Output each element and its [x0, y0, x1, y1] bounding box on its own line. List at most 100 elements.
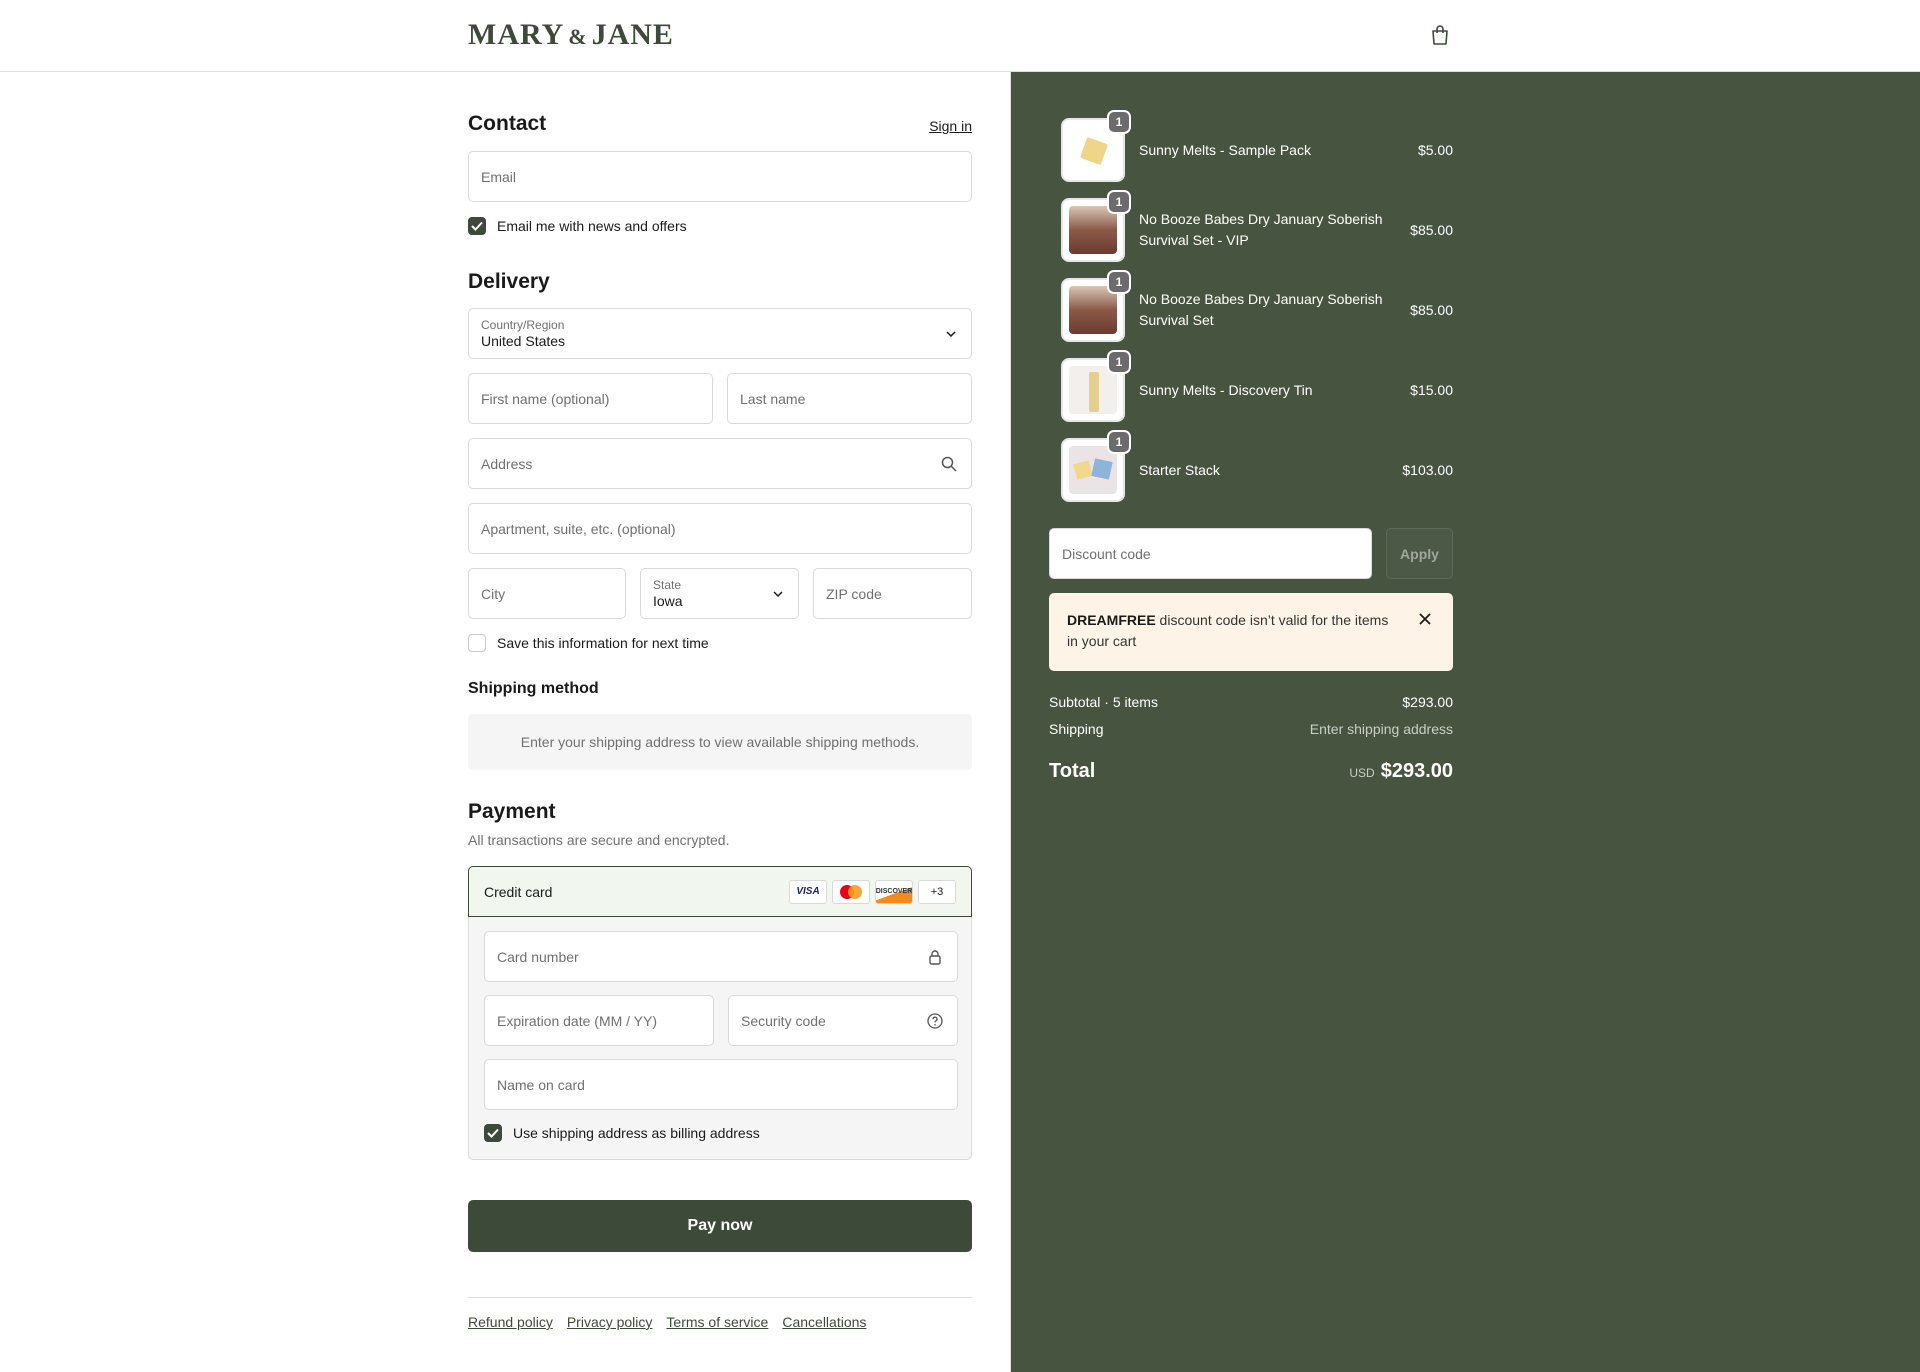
save-info-checkbox[interactable]: [468, 634, 486, 652]
line-item: 1 No Booze Babes Dry January Soberish Su…: [1049, 190, 1453, 262]
quantity-badge: 1: [1107, 270, 1131, 294]
security-placeholder: Security code: [741, 1012, 826, 1029]
item-price: $85.00: [1410, 302, 1453, 318]
contact-heading: Contact: [468, 112, 547, 135]
expiration-field[interactable]: Expiration date (MM / YY): [484, 995, 714, 1046]
pay-now-button[interactable]: Pay now: [468, 1200, 972, 1252]
total-row: Total USD $293.00: [1049, 760, 1453, 783]
sign-in-link[interactable]: Sign in: [929, 118, 972, 134]
mastercard-icon: [832, 879, 870, 904]
billing-checkbox-row[interactable]: Use shipping address as billing address: [484, 1124, 760, 1142]
address-field[interactable]: Address: [468, 438, 972, 489]
checkmark-icon: [471, 221, 483, 231]
news-label: Email me with news and offers: [497, 218, 687, 234]
line-item: 1 Starter Stack $103.00: [1049, 430, 1453, 502]
country-label: Country/Region: [481, 317, 565, 332]
name-on-card-field[interactable]: Name on card: [484, 1059, 958, 1110]
expiration-placeholder: Expiration date (MM / YY): [497, 1012, 658, 1029]
item-price: $15.00: [1410, 382, 1453, 398]
apartment-placeholder: Apartment, suite, etc. (optional): [481, 520, 676, 537]
discount-code-field[interactable]: Discount code: [1049, 528, 1372, 579]
first-name-placeholder: First name (optional): [481, 390, 610, 407]
credit-card-option[interactable]: Credit card VISA DISCOVER +3: [468, 866, 972, 917]
more-brands-badge: +3: [918, 879, 956, 904]
total-label: Total: [1049, 760, 1096, 782]
email-field[interactable]: Email: [468, 151, 972, 202]
shipping-value: Enter shipping address: [1309, 721, 1453, 737]
currency-code: USD: [1349, 766, 1375, 780]
shopping-bag-icon[interactable]: [1430, 24, 1450, 46]
item-name: Sunny Melts - Discovery Tin: [1139, 381, 1313, 398]
line-item: 1 No Booze Babes Dry January Soberish Su…: [1049, 270, 1453, 342]
refund-policy-link[interactable]: Refund policy: [468, 1314, 553, 1330]
discover-icon: DISCOVER: [875, 879, 913, 904]
chevron-down-icon: [946, 331, 956, 338]
card-number-field[interactable]: Card number: [484, 931, 958, 982]
news-checkbox-row[interactable]: Email me with news and offers: [468, 217, 687, 235]
address-placeholder: Address: [481, 455, 533, 472]
item-price: $103.00: [1402, 462, 1453, 478]
item-name: No Booze Babes Dry January Soberish Surv…: [1139, 211, 1383, 248]
country-select[interactable]: Country/Region United States: [468, 308, 972, 359]
item-price: $5.00: [1417, 142, 1453, 158]
item-name: Starter Stack: [1139, 461, 1220, 478]
brand-logo[interactable]: MARY & JANE: [468, 18, 674, 52]
country-value: United States: [481, 332, 566, 349]
city-placeholder: City: [481, 585, 506, 602]
payment-subtitle: All transactions are secure and encrypte…: [468, 832, 730, 848]
line-item: 1 Sunny Melts - Sample Pack $5.00: [1049, 110, 1453, 182]
quantity-badge: 1: [1107, 190, 1131, 214]
city-field[interactable]: City: [468, 568, 626, 619]
credit-card-label: Credit card: [484, 883, 553, 900]
brand-ampersand: &: [568, 24, 588, 49]
card-number-placeholder: Card number: [497, 948, 579, 965]
shipping-message: Enter your shipping address to view avai…: [520, 734, 920, 750]
help-circle-icon[interactable]: [927, 1013, 943, 1029]
zip-field[interactable]: ZIP code: [813, 568, 972, 619]
apply-discount-button[interactable]: Apply: [1386, 528, 1453, 579]
name-on-card-placeholder: Name on card: [497, 1076, 585, 1093]
line-item: 1 Sunny Melts - Discovery Tin $15.00: [1049, 350, 1453, 422]
close-icon[interactable]: [1417, 611, 1433, 627]
privacy-policy-link[interactable]: Privacy policy: [567, 1314, 653, 1330]
subtotal-label: Subtotal · 5 items: [1049, 694, 1158, 710]
visa-icon: VISA: [789, 879, 827, 904]
save-info-checkbox-row[interactable]: Save this information for next time: [468, 634, 709, 652]
total-amount: USD $293.00: [1349, 760, 1453, 783]
checkmark-icon: [487, 1128, 499, 1138]
payment-heading: Payment: [468, 800, 556, 823]
last-name-placeholder: Last name: [740, 390, 806, 407]
item-name: Sunny Melts - Sample Pack: [1139, 141, 1311, 158]
terms-of-service-link[interactable]: Terms of service: [666, 1314, 768, 1330]
billing-checkbox[interactable]: [484, 1124, 502, 1142]
security-code-field[interactable]: Security code: [728, 995, 958, 1046]
shipping-methods-placeholder: Enter your shipping address to view avai…: [468, 714, 972, 770]
first-name-field[interactable]: First name (optional): [468, 373, 713, 424]
shipping-method-heading: Shipping method: [468, 680, 599, 697]
item-price: $85.00: [1410, 222, 1453, 238]
total-value: $293.00: [1380, 760, 1453, 782]
news-checkbox[interactable]: [468, 217, 486, 235]
zip-placeholder: ZIP code: [826, 585, 882, 602]
order-summary: 1 Sunny Melts - Sample Pack $5.00 1 No B…: [1010, 72, 1920, 1372]
shipping-label: Shipping: [1049, 721, 1104, 737]
subtotal-row: Subtotal · 5 items $293.00: [1049, 694, 1453, 710]
footer-links: Refund policy Privacy policy Terms of se…: [468, 1314, 866, 1330]
quantity-badge: 1: [1107, 430, 1131, 454]
discount-placeholder: Discount code: [1062, 545, 1151, 562]
billing-label: Use shipping address as billing address: [513, 1125, 760, 1141]
header: MARY & JANE: [0, 0, 1920, 72]
card-brands: VISA DISCOVER +3: [789, 879, 956, 904]
quantity-badge: 1: [1107, 350, 1131, 374]
credit-card-fields: Card number Expiration date (MM / YY) Se…: [468, 917, 972, 1160]
state-select[interactable]: State Iowa: [640, 568, 799, 619]
email-placeholder: Email: [481, 168, 517, 185]
cancellations-link[interactable]: Cancellations: [782, 1314, 866, 1330]
delivery-heading: Delivery: [468, 270, 550, 293]
apartment-field[interactable]: Apartment, suite, etc. (optional): [468, 503, 972, 554]
state-value: Iowa: [653, 592, 683, 609]
last-name-field[interactable]: Last name: [727, 373, 972, 424]
item-name: No Booze Babes Dry January Soberish Surv…: [1139, 291, 1383, 328]
footer-divider: [468, 1297, 972, 1298]
discount-code-name: DREAMFREE: [1067, 612, 1156, 628]
